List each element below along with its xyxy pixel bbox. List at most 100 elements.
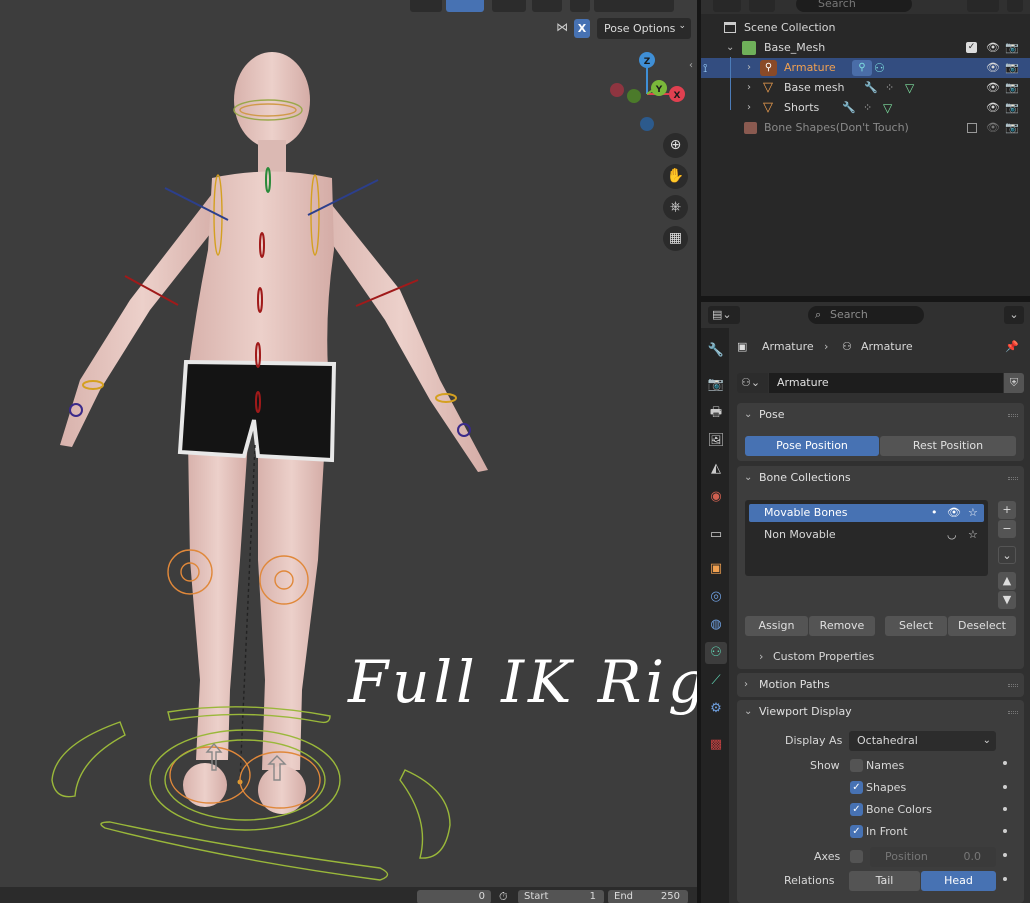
bone-constraint-tab-icon[interactable]: ⚙ (705, 698, 727, 720)
datablock-browse-dropdown[interactable]: ⚇⌄ (737, 373, 768, 393)
fake-user-shield-icon[interactable]: ⛨ (1004, 373, 1024, 393)
assign-button[interactable]: Assign (745, 616, 808, 636)
outliner-row-bone-shapes[interactable]: Bone Shapes(Don't Touch) 👁 📷 (701, 118, 1030, 138)
render-tab-icon[interactable]: 📷 (705, 374, 727, 396)
tool-tab-icon[interactable]: 🔧 (705, 340, 727, 362)
remove-icon[interactable]: − (998, 520, 1016, 538)
world-tab-icon[interactable]: ◉ (705, 486, 727, 508)
exclude-checkbox[interactable] (967, 123, 977, 133)
object-tab-icon[interactable]: ▣ (705, 558, 727, 580)
specials-menu-icon[interactable]: ⌄ (998, 546, 1016, 564)
new-collection-button[interactable] (1007, 0, 1023, 12)
character-model[interactable] (0, 0, 697, 903)
chevron-down-icon[interactable]: ⌄ (726, 38, 734, 58)
drag-handle-icon[interactable] (1008, 684, 1018, 687)
camera-icon[interactable]: 📷 (1005, 81, 1019, 95)
stopwatch-icon[interactable]: ⏱ (499, 890, 508, 903)
start-frame-field[interactable]: Start 1 (518, 890, 604, 903)
current-frame-field[interactable]: 0 (417, 890, 491, 903)
outliner-search-input[interactable]: Search (796, 0, 912, 12)
eye-icon[interactable]: 👁 (986, 61, 1000, 75)
eye-icon[interactable]: 👁 (986, 101, 1000, 115)
keyframe-dot[interactable] (1003, 761, 1007, 765)
filter-dropdown[interactable] (749, 0, 775, 12)
view-layer-tab-icon[interactable]: 🖼 (705, 430, 727, 452)
keyframe-dot[interactable] (1003, 785, 1007, 789)
drag-handle-icon[interactable] (1008, 414, 1018, 417)
motion-paths-header[interactable]: › Motion Paths (737, 673, 1024, 697)
move-down-icon[interactable]: ▼ (998, 591, 1016, 609)
properties-search-input[interactable]: ⌕ Search (808, 306, 924, 324)
armature-data-tab-icon[interactable]: ⚇ (705, 642, 727, 664)
bone-collection-label: Non Movable (764, 528, 836, 541)
camera-icon[interactable]: 📷 (1005, 101, 1019, 115)
physics-tab-icon[interactable]: ◍ (705, 614, 727, 636)
collection-tab-icon[interactable]: ▭ (705, 524, 727, 546)
options-dropdown[interactable]: ⌄ (1004, 306, 1024, 324)
rest-position-button[interactable]: Rest Position (880, 436, 1016, 456)
modifier-tab-icon[interactable]: ◎ (705, 586, 727, 608)
bone-collections-header[interactable]: ⌄ Bone Collections (737, 466, 1024, 490)
outliner-row-scene-collection[interactable]: Scene Collection (701, 18, 1030, 38)
datablock-name-field[interactable]: Armature (769, 373, 1003, 393)
relations-head-button[interactable]: Head (921, 871, 996, 891)
drag-handle-icon[interactable] (1008, 477, 1018, 480)
select-button[interactable]: Select (885, 616, 947, 636)
list-item[interactable]: Non Movable ◡ ☆ (749, 526, 984, 544)
chevron-right-icon[interactable]: › (747, 78, 751, 98)
add-icon[interactable]: + (998, 501, 1016, 519)
shapes-checkbox[interactable]: ✓ (850, 781, 863, 794)
outliner-filter-button[interactable] (967, 0, 999, 12)
chevron-right-icon[interactable]: › (747, 58, 751, 78)
pose-panel-header[interactable]: ⌄ Pose (737, 403, 1024, 427)
star-icon[interactable]: ☆ (968, 526, 978, 544)
star-icon[interactable]: ☆ (968, 504, 978, 522)
pose-panel: ⌄ Pose Pose Position Rest Position (737, 403, 1024, 461)
drag-handle-icon[interactable] (1008, 711, 1018, 714)
axes-checkbox[interactable] (850, 850, 863, 863)
eye-icon[interactable]: 👁 (986, 121, 1000, 135)
eye-icon[interactable]: 👁 (986, 41, 1000, 55)
keyframe-dot[interactable] (1003, 877, 1007, 881)
exclude-checkbox[interactable]: ✓ (966, 42, 977, 53)
eye-closed-icon[interactable]: ◡ (947, 526, 957, 544)
keyframe-dot[interactable] (1003, 807, 1007, 811)
chevron-right-icon[interactable]: › (747, 98, 751, 118)
pin-icon[interactable]: 📌 (1005, 338, 1019, 356)
3d-viewport[interactable]: ⋈ X Pose Options ⌄ ‹ Z X Y ⊕ ✋ ⎈ ▦ Full … (0, 0, 697, 903)
deselect-button[interactable]: Deselect (948, 616, 1016, 636)
keyframe-dot[interactable] (1003, 853, 1007, 857)
viewport-display-header[interactable]: ⌄ Viewport Display (737, 700, 1024, 724)
move-up-icon[interactable]: ▲ (998, 572, 1016, 590)
editor-type-dropdown[interactable]: ▤⌄ (708, 306, 740, 324)
relations-tail-button[interactable]: Tail (849, 871, 920, 891)
names-checkbox[interactable] (850, 759, 863, 772)
outliner-row-shorts[interactable]: › ▽ Shorts 🔧 ⁘ ▽ 👁 📷 (701, 98, 1030, 118)
pose-mode-icon[interactable]: ⟟ (703, 58, 707, 78)
camera-icon[interactable]: 📷 (1005, 41, 1019, 55)
outliner-row-base-mesh-collection[interactable]: ⌄ Base_Mesh ✓ 👁 📷 (701, 38, 1030, 58)
display-as-dropdown[interactable]: Octahedral ⌄ (849, 731, 996, 751)
display-mode-dropdown[interactable] (713, 0, 741, 12)
eye-icon[interactable]: 👁 (986, 81, 1000, 95)
keyframe-dot[interactable] (1003, 829, 1007, 833)
end-frame-field[interactable]: End 250 (608, 890, 688, 903)
output-tab-icon[interactable]: 🖶 (705, 402, 727, 424)
pose-position-button[interactable]: Pose Position (745, 436, 879, 456)
camera-icon[interactable]: 📷 (1005, 61, 1019, 75)
bone-colors-checkbox[interactable]: ✓ (850, 803, 863, 816)
outliner-row-armature[interactable]: ⟟ › ⚲ Armature ⚲ ⚇ 👁 📷 (701, 57, 1030, 79)
texture-tab-icon[interactable]: ▩ (705, 734, 727, 756)
eye-icon[interactable]: 👁 (947, 504, 961, 522)
custom-properties-subpanel[interactable]: › Custom Properties (737, 646, 1024, 668)
axes-position-field[interactable]: Position 0.0 (870, 847, 996, 867)
camera-disabled-icon[interactable]: 📷 (1005, 121, 1019, 135)
bone-tab-icon[interactable]: ⟋ (705, 670, 727, 692)
scene-tab-icon[interactable]: ◭ (705, 458, 727, 480)
outliner-row-base-mesh[interactable]: › ▽ Base mesh 🔧 ⁘ ▽ 👁 📷 (701, 78, 1030, 98)
shapes-label: Shapes (866, 781, 907, 794)
list-item[interactable]: Movable Bones • 👁 ☆ (749, 504, 984, 522)
armature-icon: ⚲ (760, 60, 777, 76)
remove-button[interactable]: Remove (809, 616, 875, 636)
in-front-checkbox[interactable]: ✓ (850, 825, 863, 838)
